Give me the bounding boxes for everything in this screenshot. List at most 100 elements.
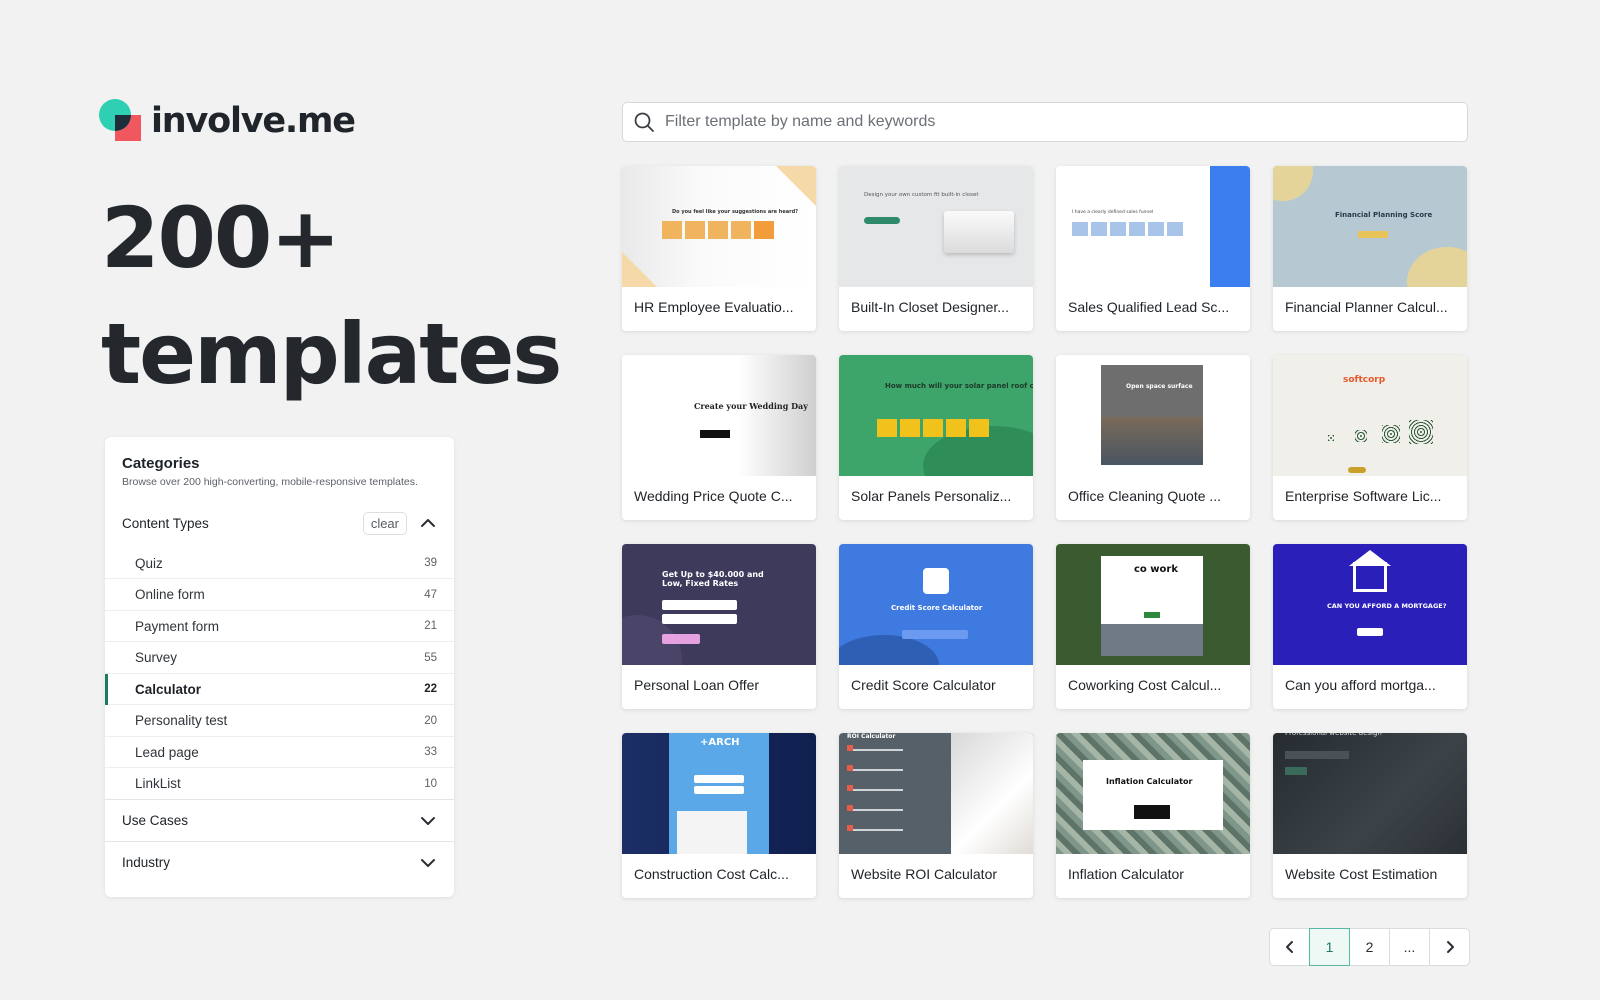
chevron-left-icon [1285, 941, 1293, 953]
template-card[interactable]: Financial Planning Score Financial Plann… [1273, 166, 1467, 331]
template-card[interactable]: How much will your solar panel roof cost… [839, 355, 1033, 520]
content-type-name: Calculator [135, 681, 202, 697]
thumbnail-text: Professional website design [1285, 733, 1382, 737]
search-icon [634, 112, 654, 132]
template-title: HR Employee Evaluatio... [634, 299, 794, 315]
chevron-down-icon[interactable] [419, 812, 437, 830]
pagination: 1 2 ... [1269, 928, 1470, 966]
template-title: Credit Score Calculator [851, 677, 996, 693]
template-thumbnail[interactable]: CAN YOU AFFORD A MORTGAGE? [1273, 544, 1467, 665]
hero-heading: 200+ templates [101, 180, 562, 412]
template-card[interactable]: Open space surface Office Cleaning Quote … [1056, 355, 1250, 520]
template-thumbnail[interactable]: co work [1056, 544, 1250, 665]
search-input[interactable] [665, 113, 1445, 131]
page-2-button[interactable]: 2 [1349, 928, 1390, 966]
content-type-name: Personality test [135, 713, 228, 728]
thumbnail-text: Get Up to $40.000 and Low, Fixed Rates [662, 570, 764, 588]
thumbnail-text: +ARCH [700, 737, 740, 748]
template-thumbnail[interactable]: Get Up to $40.000 and Low, Fixed Rates [622, 544, 816, 665]
content-type-item[interactable]: Survey 55 [105, 643, 454, 674]
hero-line-2: templates [101, 305, 562, 403]
thumbnail-text: Financial Planning Score [1335, 211, 1433, 219]
template-thumbnail[interactable]: +ARCH [622, 733, 816, 854]
template-card[interactable]: Design your own custom fit built-in clos… [839, 166, 1033, 331]
template-card[interactable]: Inflation Calculator Inflation Calculato… [1056, 733, 1250, 898]
prev-page-button[interactable] [1269, 928, 1310, 966]
content-type-count: 22 [424, 683, 437, 695]
template-thumbnail[interactable]: Professional website design [1273, 733, 1467, 854]
content-type-item[interactable]: Personality test 20 [105, 706, 454, 737]
thumbnail-text: ROI Calculator [847, 733, 896, 740]
template-title: Coworking Cost Calcul... [1068, 677, 1222, 693]
template-card[interactable]: +ARCH Construction Cost Calc... [622, 733, 816, 898]
content-type-item[interactable]: Quiz 39 [105, 548, 454, 579]
chevron-down-icon[interactable] [419, 854, 437, 872]
content-type-count: 20 [424, 714, 437, 727]
template-card[interactable]: Professional website design Website Cost… [1273, 733, 1467, 898]
content-types-label: Content Types [122, 515, 209, 531]
content-type-item[interactable]: LinkList 10 [105, 769, 454, 800]
content-type-item[interactable]: Online form 47 [105, 580, 454, 611]
template-title: Website Cost Estimation [1285, 866, 1438, 882]
logo-mark-icon [99, 99, 143, 143]
content-type-count: 33 [424, 746, 437, 758]
template-title: Wedding Price Quote C... [634, 488, 793, 504]
content-type-count: 10 [424, 777, 437, 790]
template-thumbnail[interactable]: Do you feel like your suggestions are he… [622, 166, 816, 287]
thumbnail-text: I have a clearly defined sales funnel [1072, 210, 1154, 215]
logo[interactable]: involve.me [99, 98, 356, 144]
content-type-item[interactable]: Lead page 33 [105, 737, 454, 768]
use-cases-header[interactable]: Use Cases [105, 800, 454, 841]
next-page-button[interactable] [1429, 928, 1470, 966]
categories-title: Categories [122, 455, 200, 472]
content-type-name: Online form [135, 587, 205, 602]
thumbnail-text: How much will your solar panel roof cost… [885, 382, 1033, 390]
thumbnail-text: CAN YOU AFFORD A MORTGAGE? [1327, 602, 1447, 610]
content-type-name: Payment form [135, 618, 220, 634]
template-thumbnail[interactable]: I have a clearly defined sales funnel [1056, 166, 1250, 287]
template-card[interactable]: softcorp Enterprise Software Lic... [1273, 355, 1467, 520]
template-card[interactable]: co work Coworking Cost Calcul... [1056, 544, 1250, 709]
template-title: Built-In Closet Designer... [851, 299, 1009, 315]
hero-line-1: 200+ [101, 189, 341, 287]
template-thumbnail[interactable]: Design your own custom fit built-in clos… [839, 166, 1033, 287]
template-thumbnail[interactable]: softcorp [1273, 355, 1467, 476]
thumbnail-text: softcorp [1343, 375, 1386, 385]
search-bar[interactable] [622, 102, 1468, 142]
thumbnail-text: Open space surface [1126, 383, 1193, 390]
thumbnail-text: Design your own custom fit built-in clos… [864, 192, 979, 198]
thumbnail-text: Do you feel like your suggestions are he… [672, 209, 799, 215]
industry-header[interactable]: Industry [105, 842, 454, 883]
template-thumbnail[interactable]: Inflation Calculator [1056, 733, 1250, 854]
categories-subtitle: Browse over 200 high-converting, mobile-… [122, 476, 418, 488]
content-type-item[interactable]: Payment form 21 [105, 611, 454, 642]
page-1-button[interactable]: 1 [1309, 928, 1350, 966]
template-thumbnail[interactable]: Open space surface [1056, 355, 1250, 476]
template-title: Solar Panels Personaliz... [851, 488, 1012, 504]
template-title: Sales Qualified Lead Sc... [1068, 299, 1230, 315]
clear-button[interactable]: clear [362, 511, 407, 535]
page-ellipsis[interactable]: ... [1389, 928, 1430, 966]
content-types-header[interactable]: Content Types clear [105, 505, 454, 541]
template-title: Construction Cost Calc... [634, 866, 789, 882]
template-thumbnail[interactable]: Create your Wedding Day [622, 355, 816, 476]
template-thumbnail[interactable]: Credit Score Calculator [839, 544, 1033, 665]
template-thumbnail[interactable]: ROI Calculator [839, 733, 1033, 854]
template-card[interactable]: Create your Wedding Day Wedding Price Qu… [622, 355, 816, 520]
content-type-item[interactable]: Calculator 22 [105, 674, 454, 705]
template-thumbnail[interactable]: How much will your solar panel roof cost… [839, 355, 1033, 476]
thumbnail-text: Inflation Calculator [1106, 777, 1193, 786]
template-title: Enterprise Software Lic... [1285, 488, 1442, 504]
template-card[interactable]: I have a clearly defined sales funnel Sa… [1056, 166, 1250, 331]
template-thumbnail[interactable]: Financial Planning Score [1273, 166, 1467, 287]
template-card[interactable]: Get Up to $40.000 and Low, Fixed Rates P… [622, 544, 816, 709]
template-card[interactable]: CAN YOU AFFORD A MORTGAGE? Can you affor… [1273, 544, 1467, 709]
template-card[interactable]: Do you feel like your suggestions are he… [622, 166, 816, 331]
chevron-up-icon[interactable] [419, 514, 437, 532]
content-type-count: 21 [424, 620, 437, 632]
content-type-name: Survey [135, 650, 178, 665]
content-type-name: Quiz [135, 555, 163, 571]
template-title: Financial Planner Calcul... [1285, 299, 1448, 315]
template-card[interactable]: Credit Score Calculator Credit Score Cal… [839, 544, 1033, 709]
template-card[interactable]: ROI Calculator Website ROI Calculator [839, 733, 1033, 898]
